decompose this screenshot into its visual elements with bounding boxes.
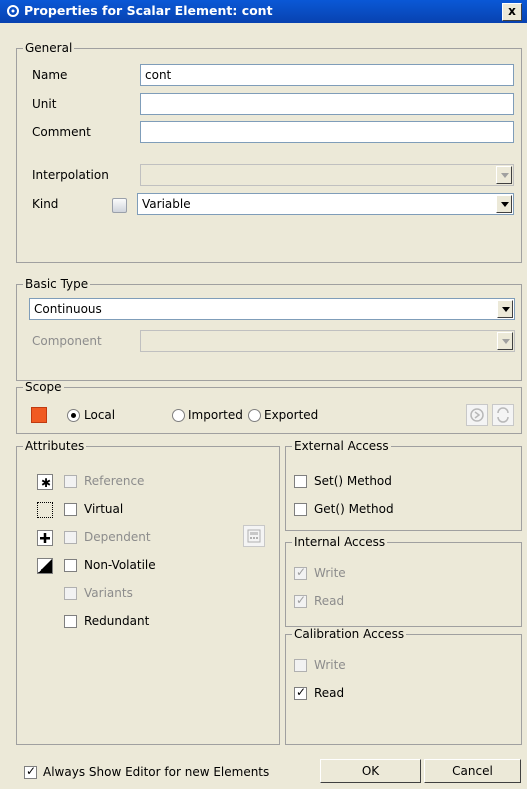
close-button[interactable]: x bbox=[502, 3, 522, 21]
app-icon bbox=[7, 5, 19, 17]
kind-combo[interactable]: Variable bbox=[137, 193, 514, 215]
virtual-icon bbox=[37, 502, 53, 518]
basic-type-legend: Basic Type bbox=[25, 277, 89, 291]
attributes-group: Attributes bbox=[16, 439, 280, 745]
unit-label: Unit bbox=[32, 97, 57, 111]
set-method-checkbox[interactable] bbox=[294, 475, 307, 488]
scope-group: Scope bbox=[16, 380, 522, 434]
comment-field[interactable] bbox=[140, 121, 514, 143]
reference-icon: ✱ bbox=[37, 474, 53, 490]
name-field[interactable] bbox=[140, 64, 514, 86]
swap-icon bbox=[497, 407, 509, 423]
calculator-icon bbox=[247, 529, 261, 543]
dependent-plus-icon bbox=[37, 530, 53, 546]
basic-type-group: Basic Type bbox=[16, 277, 522, 381]
variants-label: Variants bbox=[84, 586, 133, 600]
interpolation-dropdown-arrow-icon bbox=[496, 166, 512, 184]
general-legend: General bbox=[25, 41, 73, 55]
always-show-editor-checkbox[interactable]: ✓ bbox=[24, 764, 37, 779]
checkmark-icon: ✓ bbox=[26, 764, 37, 778]
reference-checkbox bbox=[64, 475, 77, 488]
calibration-read-label[interactable]: Read bbox=[314, 686, 344, 700]
radio-dot-icon bbox=[71, 413, 76, 418]
internal-access-group: Internal Access bbox=[285, 535, 522, 627]
component-label: Component bbox=[32, 334, 102, 348]
local-scope-icon bbox=[31, 407, 47, 423]
scope-swap-button bbox=[492, 404, 514, 426]
checkmark-icon: ✓ bbox=[296, 593, 307, 607]
calibration-write-label: Write bbox=[314, 658, 346, 672]
interpolation-combo bbox=[140, 164, 514, 186]
redundant-checkbox[interactable] bbox=[64, 615, 77, 628]
non-volatile-icon bbox=[37, 558, 53, 574]
kind-icon[interactable] bbox=[112, 198, 127, 213]
dependent-edit-button bbox=[243, 525, 265, 547]
non-volatile-checkbox[interactable] bbox=[64, 559, 77, 572]
component-dropdown-arrow-icon bbox=[497, 332, 513, 350]
dialog-body: General Name Unit Comment Interpolation … bbox=[0, 23, 527, 789]
scope-imported-label[interactable]: Imported bbox=[188, 408, 243, 422]
name-input[interactable] bbox=[141, 65, 513, 85]
virtual-checkbox[interactable] bbox=[64, 503, 77, 516]
scope-imported-radio[interactable] bbox=[172, 409, 185, 422]
name-label: Name bbox=[32, 68, 68, 82]
set-method-label[interactable]: Set() Method bbox=[314, 474, 392, 488]
comment-label: Comment bbox=[32, 125, 91, 139]
variants-checkbox bbox=[64, 587, 77, 600]
basic-type-value: Continuous bbox=[34, 302, 102, 316]
component-combo bbox=[140, 330, 515, 352]
basic-type-combo[interactable]: Continuous bbox=[29, 298, 515, 320]
interpolation-label: Interpolation bbox=[32, 168, 109, 182]
scope-exported-radio[interactable] bbox=[248, 409, 261, 422]
internal-access-legend: Internal Access bbox=[294, 535, 386, 549]
internal-write-label: Write bbox=[314, 566, 346, 580]
checkmark-icon: ✓ bbox=[296, 685, 307, 699]
get-method-label[interactable]: Get() Method bbox=[314, 502, 394, 516]
scope-local-radio[interactable] bbox=[67, 409, 80, 422]
kind-value: Variable bbox=[142, 197, 191, 211]
calibration-write-checkbox bbox=[294, 659, 307, 672]
title-bar: Properties for Scalar Element: cont x bbox=[0, 0, 527, 23]
external-access-legend: External Access bbox=[294, 439, 389, 453]
scope-legend: Scope bbox=[25, 380, 62, 394]
cancel-button[interactable]: Cancel bbox=[424, 759, 521, 783]
calibration-access-legend: Calibration Access bbox=[294, 627, 405, 641]
always-show-editor-label[interactable]: Always Show Editor for new Elements bbox=[43, 765, 269, 779]
dependent-label: Dependent bbox=[84, 530, 151, 544]
basic-type-dropdown-arrow-icon[interactable] bbox=[497, 300, 513, 318]
kind-dropdown-arrow-icon[interactable] bbox=[496, 195, 512, 213]
arrow-right-icon bbox=[470, 408, 484, 422]
unit-field[interactable] bbox=[140, 93, 514, 115]
internal-read-label: Read bbox=[314, 594, 345, 608]
scope-forward-button bbox=[466, 404, 488, 426]
get-method-checkbox[interactable] bbox=[294, 503, 307, 516]
scope-local-label[interactable]: Local bbox=[84, 408, 115, 422]
comment-input[interactable] bbox=[141, 122, 513, 142]
dependent-checkbox bbox=[64, 531, 77, 544]
reference-label: Reference bbox=[84, 474, 145, 488]
virtual-label[interactable]: Virtual bbox=[84, 502, 123, 516]
calibration-read-checkbox[interactable]: ✓ bbox=[294, 685, 307, 700]
checkmark-icon: ✓ bbox=[296, 565, 307, 579]
internal-write-checkbox: ✓ bbox=[294, 565, 307, 580]
kind-label: Kind bbox=[32, 197, 59, 211]
attributes-legend: Attributes bbox=[25, 439, 85, 453]
redundant-label[interactable]: Redundant bbox=[84, 614, 149, 628]
window-title: Properties for Scalar Element: cont bbox=[24, 3, 273, 18]
internal-read-checkbox: ✓ bbox=[294, 593, 307, 608]
non-volatile-label[interactable]: Non-Volatile bbox=[84, 558, 156, 572]
unit-input[interactable] bbox=[141, 94, 513, 114]
ok-button[interactable]: OK bbox=[320, 759, 421, 783]
svg-text:✱: ✱ bbox=[41, 476, 51, 489]
scope-exported-label[interactable]: Exported bbox=[264, 408, 318, 422]
